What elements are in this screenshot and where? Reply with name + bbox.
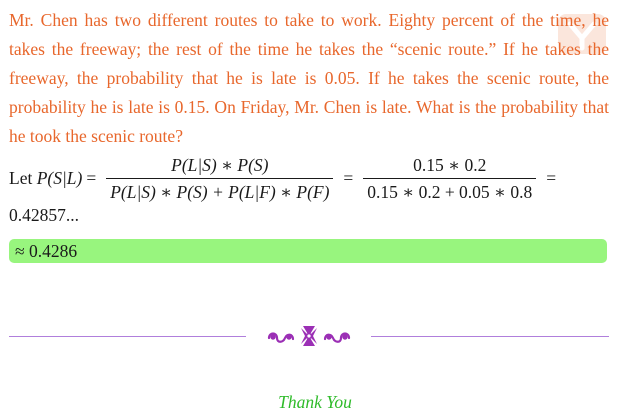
thank-you-text: Thank You xyxy=(278,392,352,412)
divider-rule-right xyxy=(371,336,609,337)
equals-sign: = xyxy=(546,167,557,188)
equation-lhs: P(S|L) xyxy=(36,167,83,188)
numeric-fraction: 0.15 ∗ 0.2 0.15 ∗ 0.2 + 0.05 ∗ 0.8 xyxy=(363,154,537,203)
numeric-denominator: 0.15 ∗ 0.2 + 0.05 ∗ 0.8 xyxy=(363,177,537,203)
formula-denominator: P(L|S) ∗ P(S) + P(L|F) ∗ P(F) xyxy=(106,177,334,203)
bayes-equation: Let P(S|L) = P(L|S) ∗ P(S) P(L|S) ∗ P(S)… xyxy=(9,153,624,203)
final-answer-highlight: ≈ 0.4286 xyxy=(9,239,607,263)
solution-block: Let P(S|L) = P(L|S) ∗ P(S) P(L|S) ∗ P(S)… xyxy=(9,153,624,227)
section-divider xyxy=(9,322,609,350)
equals-sign: = xyxy=(343,167,354,188)
numeric-numerator: 0.15 ∗ 0.2 xyxy=(413,154,487,175)
problem-statement: Mr. Chen has two different routes to tak… xyxy=(9,10,609,146)
result-value: 0.42857... xyxy=(9,205,79,225)
bayes-formula-fraction: P(L|S) ∗ P(S) P(L|S) ∗ P(S) + P(L|F) ∗ P… xyxy=(106,154,334,203)
solution-intro: Let xyxy=(9,167,33,188)
floral-ornament-icon xyxy=(267,326,351,346)
equals-sign: = xyxy=(86,167,97,188)
formula-numerator: P(L|S) ∗ P(S) xyxy=(171,154,269,175)
divider-rule-left xyxy=(9,336,246,337)
